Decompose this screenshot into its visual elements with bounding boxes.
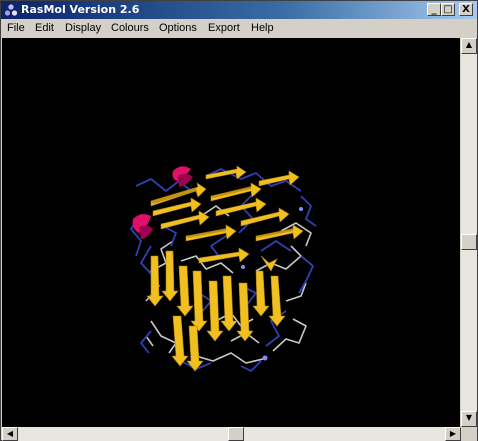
close-button[interactable]: X — [459, 3, 473, 16]
scrollbar-corner — [461, 427, 477, 441]
scroll-down-button[interactable]: ▼ — [461, 411, 477, 427]
arrow-right-icon: ▶ — [449, 429, 457, 438]
rasmol-window: RasMol Version 2.6 _ □ X File Edit Displ… — [0, 0, 478, 441]
scroll-up-button[interactable]: ▲ — [461, 38, 477, 54]
menu-display[interactable]: Display — [65, 22, 101, 35]
vertical-scrollbar[interactable]: ▲ ▼ — [461, 38, 477, 427]
menu-options[interactable]: Options — [159, 22, 197, 35]
scroll-right-button[interactable]: ▶ — [445, 427, 461, 441]
title-bar[interactable]: RasMol Version 2.6 _ □ X — [1, 1, 477, 19]
menu-edit[interactable]: Edit — [35, 22, 54, 35]
arrow-left-icon: ◀ — [6, 429, 14, 438]
molecule-viewport[interactable] — [2, 38, 460, 427]
menu-export[interactable]: Export — [208, 22, 240, 35]
window-title: RasMol Version 2.6 — [21, 3, 140, 16]
arrow-down-icon: ▼ — [465, 413, 473, 422]
horizontal-scrollbar[interactable]: ◀ ▶ — [2, 427, 461, 441]
maximize-button[interactable]: □ — [441, 3, 455, 16]
menu-colours[interactable]: Colours — [111, 22, 149, 35]
protein-ribbon-rendering — [130, 165, 317, 372]
maximize-icon: □ — [443, 4, 453, 15]
menu-bar: File Edit Display Colours Options Export… — [1, 19, 477, 38]
rasmol-molecule-icon[interactable] — [4, 3, 18, 17]
minimize-icon: _ — [431, 4, 437, 15]
vertical-scroll-thumb[interactable] — [461, 234, 477, 250]
horizontal-scroll-thumb[interactable] — [228, 427, 244, 441]
close-icon: X — [462, 4, 470, 15]
minimize-button[interactable]: _ — [427, 3, 441, 16]
scroll-left-button[interactable]: ◀ — [2, 427, 18, 441]
menu-file[interactable]: File — [7, 22, 25, 35]
menu-help[interactable]: Help — [251, 22, 274, 35]
arrow-up-icon: ▲ — [465, 40, 473, 49]
